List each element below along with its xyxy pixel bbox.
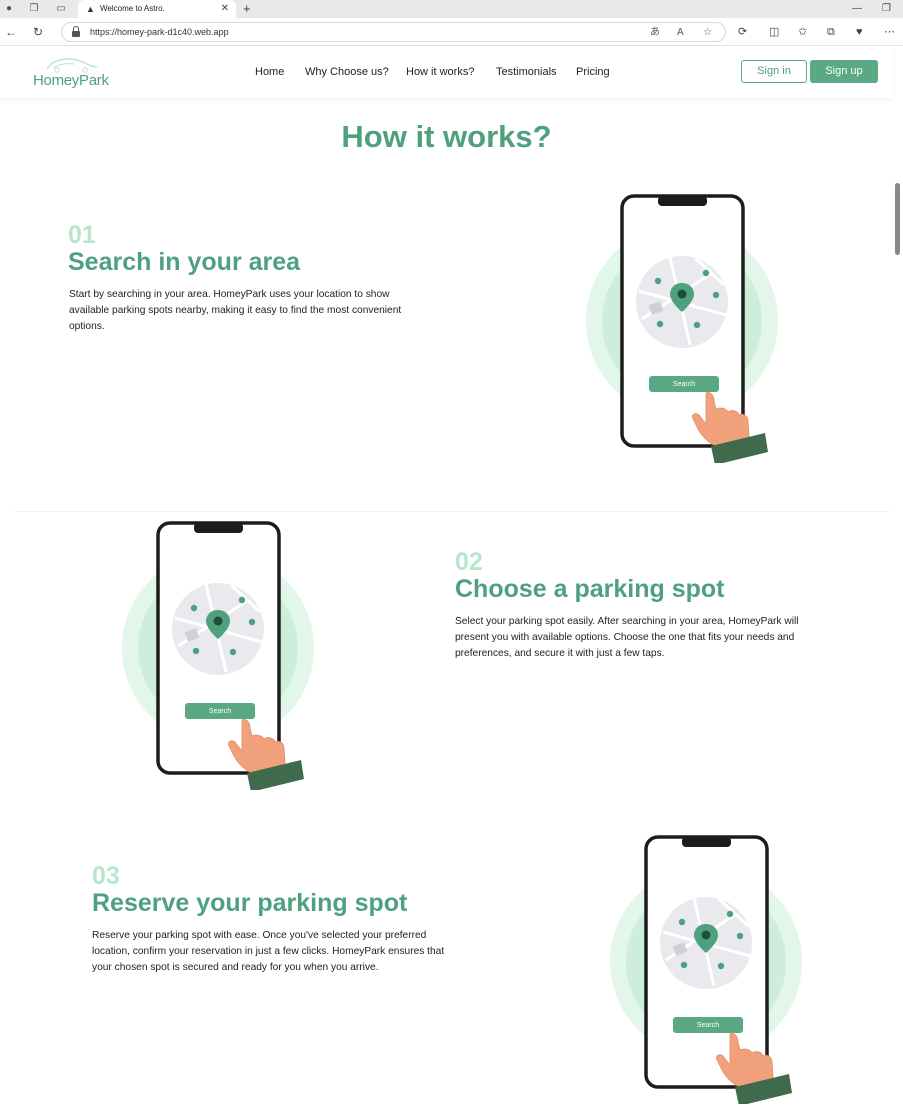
- nav-how-it-works[interactable]: How it works?: [406, 65, 474, 79]
- step-2-line: preferences, and secure it with just a f…: [455, 647, 665, 659]
- logo-text: HomeyPark: [33, 72, 109, 89]
- tab-actions-icon[interactable]: ▭: [55, 3, 67, 15]
- restore-icon[interactable]: ❐: [882, 2, 891, 15]
- back-arrow-icon[interactable]: ←: [5, 24, 17, 40]
- minimize-icon[interactable]: —: [852, 2, 862, 15]
- url-text: https://homey-park-d1c40.web.app: [90, 27, 229, 37]
- favorites-icon[interactable]: ✩: [798, 25, 807, 39]
- step-1-line: Start by searching in your area. HomeyPa…: [69, 289, 390, 300]
- astro-favicon-icon: ▲: [86, 4, 95, 14]
- step-3-line: location, confirm your reservation in ju…: [92, 945, 445, 957]
- browser-tab[interactable]: ▲ Welcome to Astro. ✕: [78, 0, 236, 18]
- profile-icon[interactable]: ●: [3, 3, 15, 15]
- close-tab-icon[interactable]: ✕: [221, 2, 229, 15]
- read-aloud-icon[interactable]: A: [677, 26, 684, 39]
- collections-icon[interactable]: ⧉: [827, 25, 835, 39]
- step-1-illustration: Search: [582, 193, 782, 463]
- workspaces-icon[interactable]: ❐: [28, 3, 40, 15]
- step-1-description: Start by searching in your area. HomeyPa…: [69, 287, 401, 334]
- search-button: Search: [672, 381, 696, 388]
- site-header: HomeyPark Home Why Choose us? How it wor…: [0, 46, 893, 98]
- step-1-number: 01: [68, 221, 96, 249]
- scrollbar-thumb[interactable]: [895, 183, 900, 255]
- more-icon[interactable]: ⋯: [884, 25, 895, 39]
- step-1-line: available parking spots nearby, making i…: [69, 304, 402, 316]
- url-field[interactable]: https://homey-park-d1c40.web.app あ A ☆: [61, 22, 726, 42]
- phone-search-illustration: [122, 521, 314, 790]
- split-screen-icon[interactable]: ◫: [769, 25, 779, 39]
- step-2-number: 02: [455, 548, 483, 576]
- homeypark-logo[interactable]: HomeyPark: [33, 52, 113, 92]
- step-2-title: Choose a parking spot: [455, 575, 725, 603]
- refresh-icon[interactable]: ↻: [33, 24, 43, 40]
- search-button: Search: [208, 708, 232, 715]
- nav-testimonials[interactable]: Testimonials: [496, 65, 557, 79]
- tab-title: Welcome to Astro.: [100, 4, 165, 13]
- nav-why-choose-us[interactable]: Why Choose us?: [305, 65, 389, 79]
- star-icon[interactable]: ☆: [703, 26, 712, 39]
- step-3-description: Reserve your parking spot with ease. Onc…: [92, 928, 444, 975]
- car-logo-icon: [46, 58, 98, 73]
- section-title: How it works?: [341, 119, 552, 154]
- step-1-line: options.: [69, 320, 105, 332]
- browser-address-bar: ← ↻ https://homey-park-d1c40.web.app あ A…: [0, 18, 903, 46]
- phone-search-illustration: [586, 194, 778, 463]
- step-3-number: 03: [92, 862, 120, 890]
- step-2-line: present you with available options. Choo…: [455, 631, 795, 643]
- sign-in-button[interactable]: Sign in: [741, 60, 807, 83]
- step-3-line: Reserve your parking spot with ease. Onc…: [92, 930, 427, 941]
- sign-up-button[interactable]: Sign up: [810, 60, 878, 83]
- browser-tab-bar: ● ❐ ▭ ▲ Welcome to Astro. ✕ + — ❐: [0, 0, 903, 18]
- phone-search-illustration: [610, 835, 802, 1104]
- step-2-illustration: Search: [118, 520, 318, 790]
- step-3-line: your chosen spot is secured and ready fo…: [92, 961, 379, 973]
- new-tab-icon[interactable]: +: [243, 1, 251, 16]
- nav-home[interactable]: Home: [255, 65, 284, 79]
- browser-essentials-icon[interactable]: ♥: [856, 25, 863, 39]
- section-divider: [14, 511, 890, 512]
- lock-icon: [72, 26, 80, 38]
- extensions-icon[interactable]: ⟳: [738, 25, 747, 39]
- step-3-illustration: Search: [606, 834, 806, 1104]
- step-2-line: Select your parking spot easily. After s…: [455, 616, 799, 627]
- step-3-title: Reserve your parking spot: [92, 889, 408, 917]
- nav-pricing[interactable]: Pricing: [576, 65, 610, 79]
- translate-icon[interactable]: あ: [650, 26, 660, 39]
- step-2-description: Select your parking spot easily. After s…: [455, 614, 799, 661]
- search-button: Search: [696, 1022, 720, 1029]
- step-1-title: Search in your area: [68, 248, 301, 276]
